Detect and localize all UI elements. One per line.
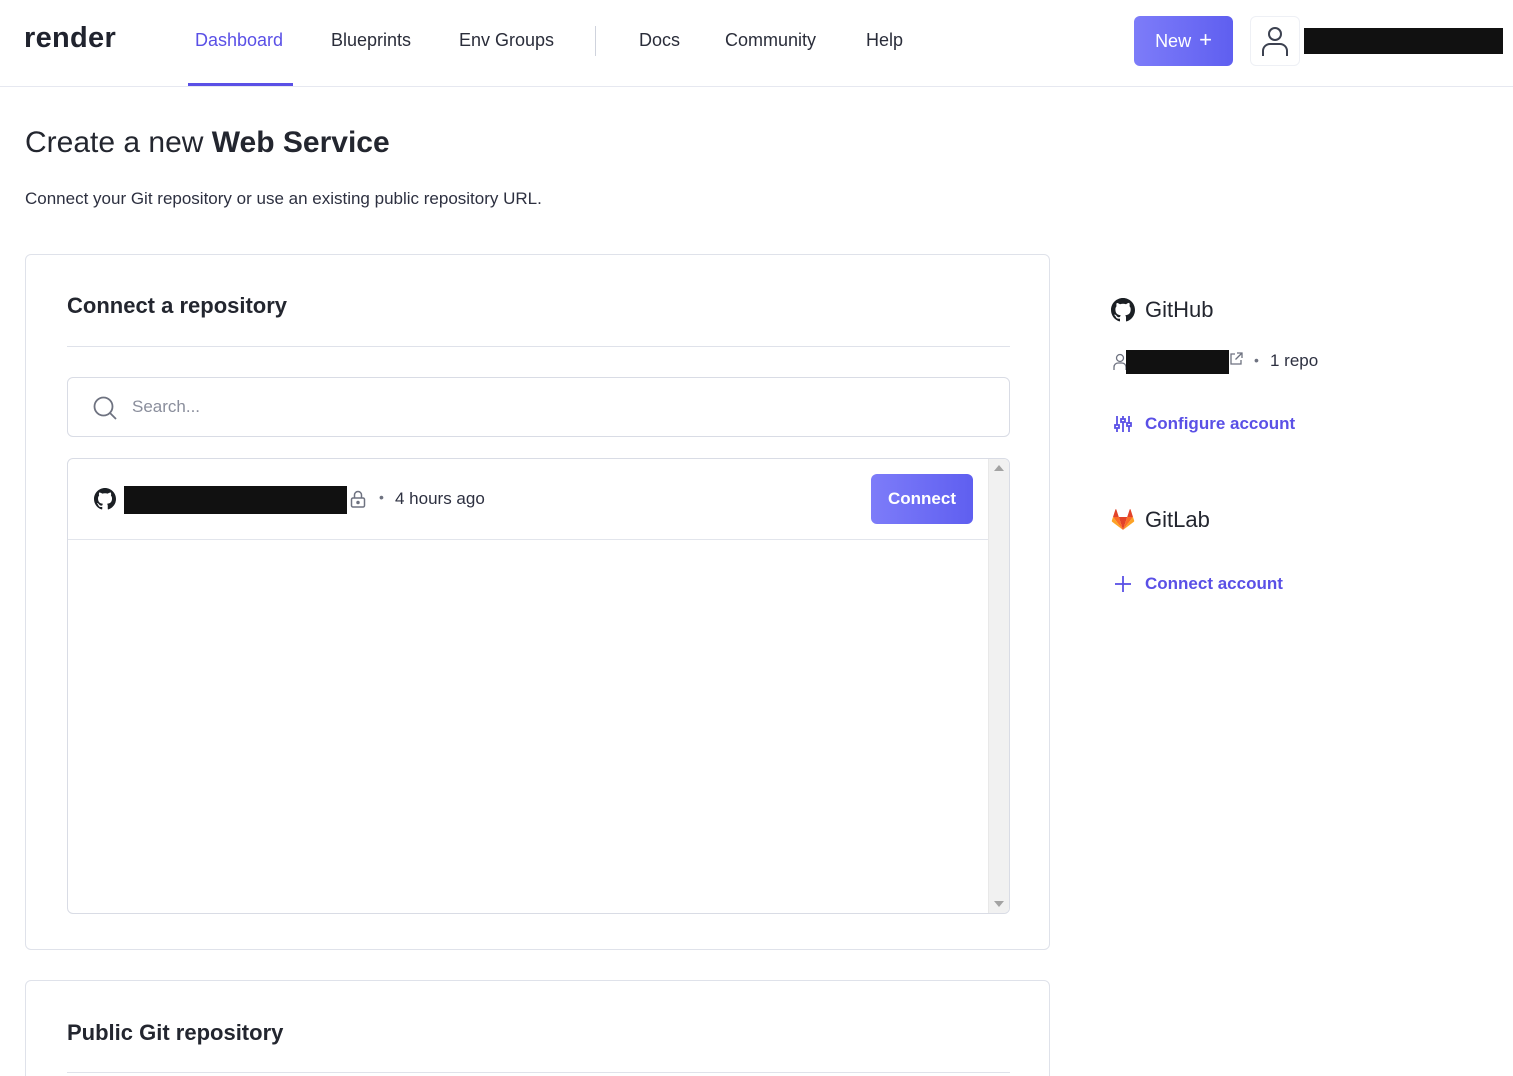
nav-help[interactable]: Help [866,30,903,51]
page-title: Create a new Web Service [25,126,390,160]
active-nav-underline [188,83,293,86]
nav-divider [595,26,596,56]
lock-icon [350,490,366,508]
public-git-repository-title: Public Git repository [67,1020,284,1045]
github-icon [94,488,116,510]
new-button[interactable]: New + [1134,16,1233,66]
repository-search [67,377,1010,437]
external-link-icon[interactable] [1229,352,1243,366]
nav-docs[interactable]: Docs [639,30,680,51]
nav-blueprints[interactable]: Blueprints [331,30,411,51]
separator-dot: • [1254,352,1259,368]
connect-account-label: Connect account [1145,574,1283,593]
public-git-repository-card: Public Git repository [25,980,1050,1076]
card-divider [67,1072,1010,1073]
scroll-down-arrow-icon[interactable] [994,901,1004,907]
configure-account-link[interactable]: Configure account [1113,414,1295,434]
sliders-icon [1114,416,1132,432]
repository-list: • 4 hours ago Connect [67,458,1010,914]
top-navigation-bar: render Dashboard Blueprints Env Groups D… [0,0,1513,87]
github-section-heading: GitHub [1111,297,1213,323]
repository-row: • 4 hours ago Connect [68,459,988,540]
page-title-prefix: Create a new [25,126,212,159]
page-subtitle: Connect your Git repository or use an ex… [25,189,542,208]
github-repo-count: 1 repo [1270,351,1319,370]
separator-dot: • [379,489,384,505]
scroll-up-arrow-icon[interactable] [994,465,1004,471]
nav-dashboard[interactable]: Dashboard [195,30,283,51]
gitlab-section-heading: GitLab [1111,507,1210,533]
repository-list-scrollbar[interactable] [988,459,1009,913]
connect-gitlab-account-link[interactable]: Connect account [1113,574,1283,594]
page-title-service: Web Service [211,126,390,159]
configure-account-label: Configure account [1145,414,1296,433]
search-input[interactable] [132,392,982,422]
plus-icon: + [1199,27,1212,52]
plus-icon [1115,576,1131,592]
github-title: GitHub [1145,297,1214,322]
connect-repository-card: Connect a repository • 4 hours ago Conne… [25,254,1050,950]
redacted-repository-name [124,486,347,514]
repository-updated-time: 4 hours ago [395,489,485,508]
gitlab-icon [1111,509,1135,530]
github-icon [1111,298,1135,322]
gitlab-title: GitLab [1145,507,1210,532]
user-avatar-icon [1262,27,1288,56]
nav-env-groups[interactable]: Env Groups [459,30,554,51]
new-button-label: New [1155,30,1192,51]
search-icon [93,396,117,420]
connect-repository-title: Connect a repository [67,293,288,318]
nav-community[interactable]: Community [725,30,816,51]
user-menu-button[interactable] [1250,16,1300,66]
card-divider [67,346,1010,347]
connect-repository-button[interactable]: Connect [871,474,973,524]
redacted-github-account [1126,350,1229,374]
user-icon [1113,353,1127,370]
render-logo[interactable]: render [24,22,116,55]
redacted-username [1304,28,1503,54]
